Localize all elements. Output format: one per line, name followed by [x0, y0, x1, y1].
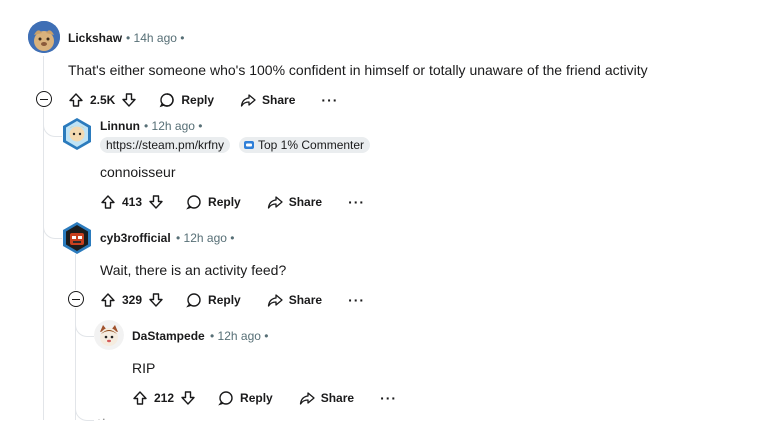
upvote-button[interactable] — [100, 292, 116, 308]
comment-meta: • 14h ago • — [126, 31, 184, 45]
separator: • — [176, 231, 181, 245]
top-commenter-label: Top 1% Commenter — [258, 138, 365, 152]
comment-body: That's either someone who's 100% confide… — [68, 62, 648, 78]
upvote-icon — [101, 195, 115, 209]
vote-count: 413 — [122, 195, 143, 209]
comment-author[interactable]: Linnun — [100, 119, 140, 133]
reply-label: Reply — [181, 93, 215, 107]
collapse-icon — [40, 98, 48, 100]
comment-actions: 2.5K Reply Share ··· — [68, 88, 338, 112]
comment-time[interactable]: 14h ago — [134, 31, 177, 45]
share-label: Share — [288, 195, 323, 209]
comment-author[interactable]: cyb3rofficial — [100, 231, 171, 245]
reply-label: Reply — [240, 391, 273, 405]
reply-button[interactable]: Reply — [159, 92, 214, 108]
reply-label: Reply — [208, 195, 241, 209]
collapse-button[interactable] — [36, 91, 52, 107]
downvote-icon — [149, 293, 163, 307]
upvote-icon — [133, 391, 147, 405]
more-icon: ··· — [380, 390, 398, 406]
separator: • — [264, 329, 269, 343]
comment-author[interactable]: DaStampede — [132, 329, 205, 343]
share-label: Share — [262, 93, 296, 107]
separator: • — [198, 119, 203, 133]
avatar[interactable] — [28, 21, 60, 53]
avatar[interactable] — [94, 412, 108, 420]
more-options-button[interactable]: ··· — [348, 194, 365, 210]
more-options-button[interactable]: ··· — [380, 390, 397, 406]
reply-icon — [218, 391, 233, 406]
vote-count: 329 — [122, 293, 143, 307]
share-label: Share — [288, 293, 323, 307]
separator: • — [180, 31, 185, 45]
top-commenter-badge: Top 1% Commenter — [239, 137, 371, 153]
thread-elbow-cyb3r — [43, 136, 62, 239]
user-flair-link[interactable]: https://steam.pm/krfny — [100, 137, 231, 153]
upvote-button[interactable] — [100, 194, 116, 210]
separator: • — [144, 119, 149, 133]
comment-body: connoisseur — [100, 164, 176, 180]
downvote-button[interactable] — [148, 194, 164, 210]
share-button[interactable]: Share — [240, 92, 295, 108]
avatar[interactable] — [62, 117, 92, 151]
reply-label: Reply — [208, 293, 241, 307]
comment-meta: • 12h ago • — [144, 119, 202, 133]
share-icon — [267, 294, 283, 307]
comment-body: Wait, there is an activity feed? — [100, 262, 287, 278]
thread-elbow-next — [75, 336, 94, 421]
vote-count: 212 — [154, 391, 175, 405]
reply-icon — [186, 195, 201, 210]
avatar[interactable] — [94, 320, 124, 350]
upvote-button[interactable] — [132, 390, 148, 406]
thread-line-root — [43, 56, 44, 90]
share-button[interactable]: Share — [267, 194, 322, 210]
comment-time[interactable]: 12h ago — [184, 231, 227, 245]
downvote-icon — [181, 391, 195, 405]
share-label: Share — [320, 391, 355, 405]
upvote-button[interactable] — [68, 92, 84, 108]
reply-icon — [186, 293, 201, 308]
more-icon: ··· — [348, 292, 366, 308]
comment-meta: • 12h ago • — [210, 329, 268, 343]
more-icon: ··· — [348, 194, 366, 210]
comment-time[interactable]: 12h ago — [152, 119, 195, 133]
separator: • — [126, 31, 131, 45]
upvote-icon — [69, 93, 83, 107]
vote-count: 2.5K — [90, 93, 116, 107]
upvote-icon — [101, 293, 115, 307]
share-icon — [267, 196, 283, 209]
share-icon — [299, 392, 315, 405]
comment-actions: 212 Reply Share ··· — [132, 386, 397, 410]
thread-elbow-linnun — [43, 108, 62, 137]
more-options-button[interactable]: ··· — [348, 292, 365, 308]
comment-time[interactable]: 12h ago — [218, 329, 261, 343]
separator: • — [210, 329, 215, 343]
more-icon: ··· — [321, 92, 339, 108]
commenter-badge-icon — [244, 141, 254, 149]
comment-actions: 413 Reply Share ··· — [100, 190, 365, 214]
comment-body: RIP — [132, 360, 156, 376]
thread-elbow-dastampede — [75, 308, 94, 337]
reply-button[interactable]: Reply — [186, 292, 241, 308]
downvote-icon — [122, 93, 137, 107]
reply-button[interactable]: Reply — [186, 194, 241, 210]
downvote-button[interactable] — [148, 292, 164, 308]
separator: • — [230, 231, 235, 245]
share-button[interactable]: Share — [267, 292, 322, 308]
downvote-button[interactable] — [180, 390, 196, 406]
collapse-icon — [72, 298, 80, 300]
reply-button[interactable]: Reply — [218, 390, 273, 406]
share-icon — [240, 94, 256, 107]
downvote-button[interactable] — [121, 92, 137, 108]
more-options-button[interactable]: ··· — [321, 92, 338, 108]
thread-line-cyb3r — [75, 254, 76, 290]
downvote-icon — [149, 195, 163, 209]
collapse-button[interactable] — [68, 291, 84, 307]
comment-author[interactable]: Lickshaw — [68, 31, 122, 45]
reply-icon — [159, 93, 175, 108]
share-button[interactable]: Share — [299, 390, 354, 406]
avatar[interactable] — [62, 221, 92, 255]
comment-meta: • 12h ago • — [176, 231, 234, 245]
comment-actions: 329 Reply Share ··· — [100, 288, 365, 312]
